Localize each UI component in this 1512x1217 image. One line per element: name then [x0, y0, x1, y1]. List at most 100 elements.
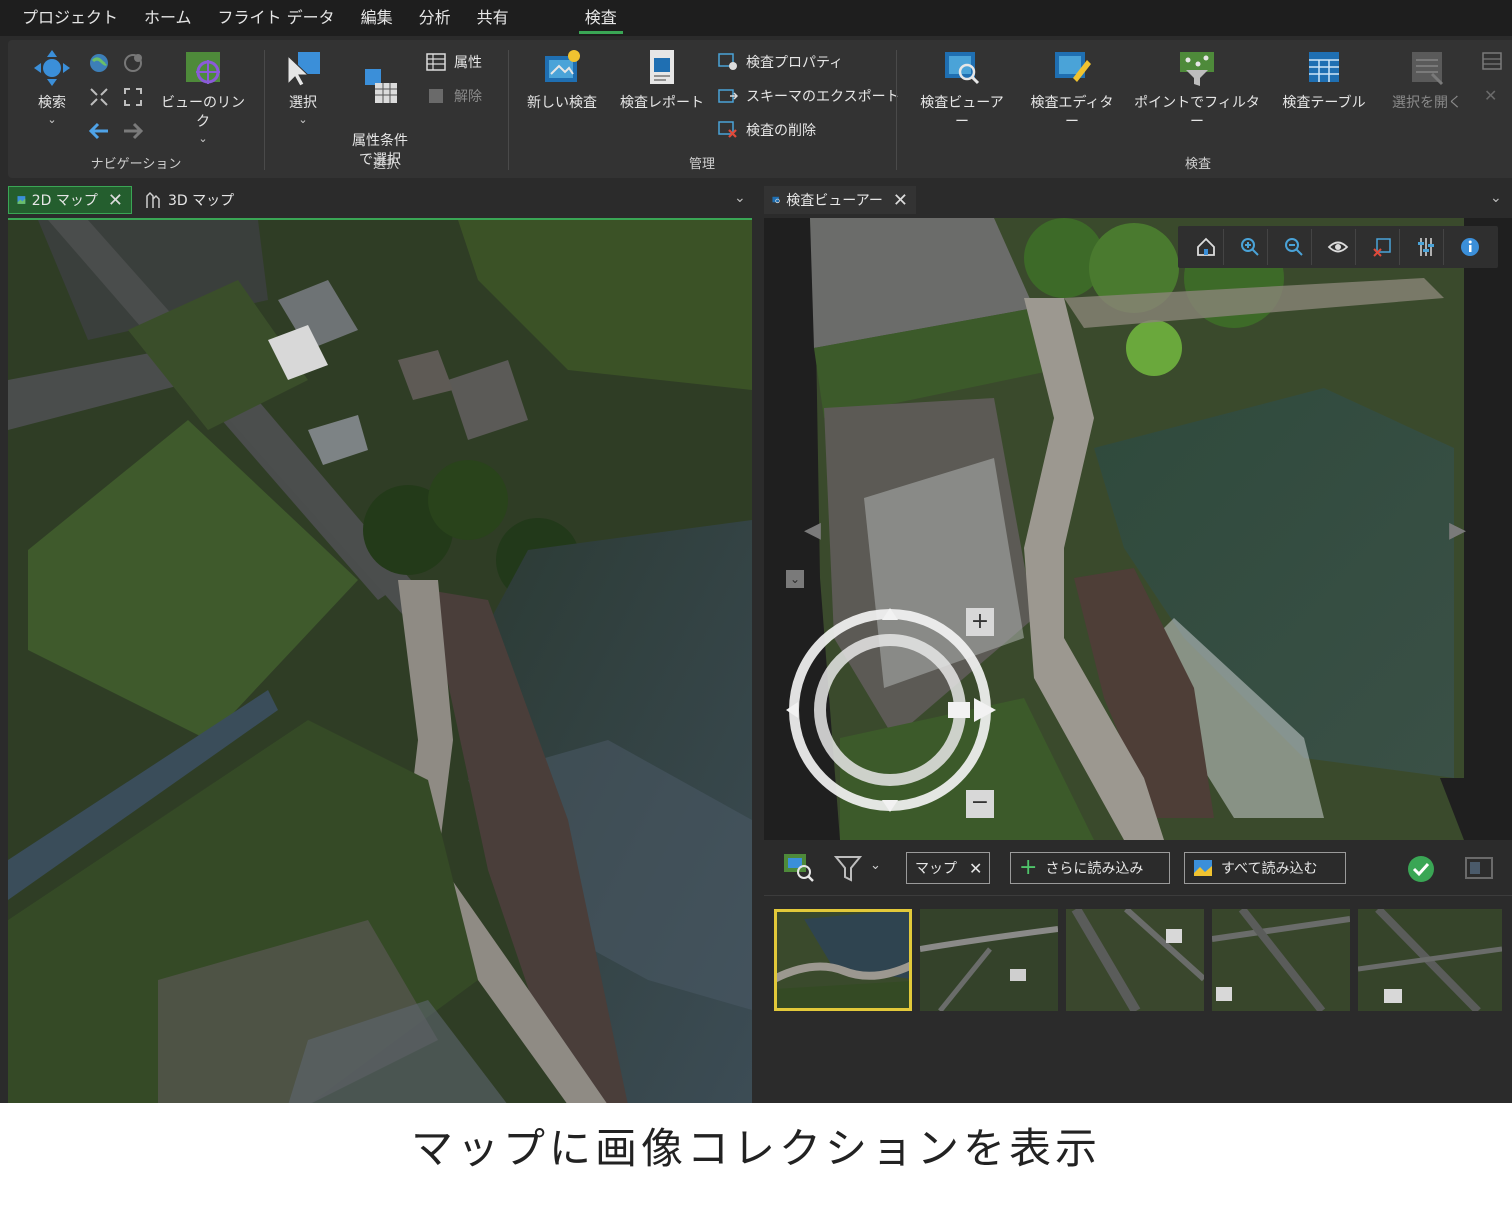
menu-inspection[interactable]: 検査 [578, 0, 623, 36]
forward-arrow-icon[interactable] [122, 120, 144, 142]
map-chip-label: マップ [915, 861, 957, 877]
zoom-plus-icon[interactable]: + [966, 608, 994, 636]
adjust-image-button[interactable] [1408, 229, 1444, 265]
next-image-arrow-icon[interactable]: ▶ [1449, 518, 1466, 543]
map-view-2d[interactable] [8, 218, 752, 1103]
group-label-selection: 選択 [372, 157, 399, 172]
inspection-viewer-button[interactable]: 検査ビューアー [914, 48, 1010, 132]
load-more-button[interactable]: + さらに読み込み [1010, 852, 1170, 884]
pane-splitter[interactable] [752, 186, 764, 1103]
filter-icon[interactable] [834, 854, 862, 882]
inspection-viewer-canvas[interactable]: ◀ ▶ ⌄ + − [764, 218, 1512, 840]
inspection-report-label: 検査レポート [620, 95, 704, 111]
chevron-down-icon[interactable]: ⌄ [734, 190, 746, 206]
filter-by-points-button[interactable]: ポイントでフィルター [1134, 48, 1260, 132]
zoom-out-icon [1284, 238, 1303, 256]
menu-edit[interactable]: 編集 [361, 0, 393, 36]
menu-bar: プロジェクト ホーム フライト データ 編集 分析 共有 検査 [0, 0, 1512, 36]
inspection-table-label: 検査テーブル [1282, 95, 1366, 111]
chevron-down-icon[interactable]: ⌄ [1490, 190, 1502, 206]
map-filter-chip[interactable]: マップ ✕ [906, 852, 990, 884]
clear-graphics-button[interactable] [1364, 229, 1400, 265]
thumbnail-image [1066, 909, 1204, 1011]
ribbon-separator [508, 50, 509, 170]
chevron-down-icon: ⌄ [198, 132, 208, 145]
plus-icon: + [1019, 855, 1038, 880]
menu-flight-data[interactable]: フライト データ [218, 0, 335, 36]
info-button[interactable] [1452, 229, 1488, 265]
visibility-button[interactable] [1320, 229, 1356, 265]
thumbnail-item[interactable] [920, 909, 1058, 1011]
attributes-button[interactable]: 属性 [426, 52, 482, 72]
thumbnail-item[interactable] [1212, 909, 1350, 1011]
collapse-chevron-icon[interactable]: ⌄ [786, 570, 804, 588]
group-label-navigation: ナビゲーション [90, 157, 182, 172]
thumbnail-image [1212, 909, 1350, 1011]
zoom-in-button[interactable] [1232, 229, 1268, 265]
select-by-attributes-button[interactable]: 属性条件 で選択 [340, 48, 420, 170]
search-button[interactable]: 検索 ⌄ [22, 48, 82, 127]
select-button[interactable]: 選択 ⌄ [276, 48, 330, 127]
open-selection-button[interactable]: 選択を開く [1382, 48, 1472, 113]
gallery-options-icon[interactable] [1464, 854, 1496, 882]
inspection-editor-label: 検査エディター [1030, 95, 1114, 130]
zoom-in-fixed-icon[interactable] [88, 86, 110, 108]
link-views-label: ビューのリンク [161, 95, 245, 130]
zoom-minus-icon[interactable]: − [966, 790, 994, 818]
checkmark-icon[interactable] [1406, 854, 1436, 884]
previous-image-arrow-icon[interactable]: ◀ [804, 518, 821, 543]
open-selection-icon [1412, 52, 1444, 86]
home-button[interactable] [1188, 229, 1224, 265]
3d-map-icon [146, 191, 160, 208]
filter-by-points-icon [1180, 52, 1214, 86]
new-inspection-icon [545, 50, 580, 82]
aerial-imagery [8, 220, 752, 1103]
close-icon[interactable]: ✕ [108, 190, 123, 211]
inspection-properties-label: 検査プロパティ [746, 55, 844, 71]
close-icon[interactable]: ✕ [893, 190, 908, 211]
rotate-globe-icon[interactable] [122, 52, 144, 74]
inspection-report-button[interactable]: 検査レポート [618, 48, 706, 113]
inspection-table-button[interactable]: 検査テーブル [1276, 48, 1372, 113]
back-arrow-icon[interactable] [88, 120, 110, 142]
tab-2d-map[interactable]: 2D マップ ✕ [8, 186, 132, 214]
tab-3d-map[interactable]: 3D マップ [136, 186, 246, 214]
inspection-report-icon [650, 50, 674, 84]
globe-icon[interactable] [88, 52, 110, 74]
menu-home[interactable]: ホーム [144, 0, 192, 36]
overflow-clear-icon[interactable]: ✕ [1484, 86, 1497, 105]
image-collection-icon[interactable] [782, 852, 814, 882]
close-icon[interactable]: ✕ [969, 859, 982, 878]
tab-inspection-viewer[interactable]: 検査ビューアー ✕ [764, 186, 916, 214]
zoom-in-icon [1240, 238, 1259, 256]
link-views-button[interactable]: ビューのリンク ⌄ [158, 48, 248, 146]
export-schema-button[interactable]: スキーマのエクスポート [718, 86, 900, 106]
group-manage: 新しい検査 検査レポート 検査プロパティ スキーマのエクスポート 検査の削除 管… [510, 40, 900, 178]
new-inspection-button[interactable]: 新しい検査 [522, 48, 602, 113]
menu-share[interactable]: 共有 [477, 0, 509, 36]
menu-analysis[interactable]: 分析 [419, 0, 451, 36]
filter-by-points-label: ポイントでフィルター [1134, 95, 1260, 130]
clear-selection-icon [429, 89, 443, 103]
zoom-out-button[interactable] [1276, 229, 1312, 265]
group-inspection: 検査ビューアー 検査エディター ポイントでフィルター 検査テーブル 選択を開く … [898, 40, 1512, 178]
overflow-table-icon[interactable] [1482, 52, 1502, 70]
attribute-table-icon [426, 53, 446, 71]
link-views-icon [186, 52, 220, 84]
group-label-inspection: 検査 [1184, 157, 1211, 172]
load-all-button[interactable]: すべて読み込む [1184, 852, 1346, 884]
app-window: プロジェクト ホーム フライト データ 編集 分析 共有 検査 検索 ⌄ ビュー… [0, 0, 1512, 1103]
gallery-toolbar: ⌄ マップ ✕ + さらに読み込み すべて読み込む [764, 840, 1512, 896]
chevron-down-icon[interactable]: ⌄ [870, 858, 881, 873]
2d-map-icon [17, 196, 26, 204]
thumbnail-item[interactable] [1358, 909, 1502, 1011]
thumbnail-item[interactable] [774, 909, 912, 1011]
clear-selection-button[interactable]: 解除 [426, 86, 482, 106]
zoom-out-fixed-icon[interactable] [122, 86, 144, 108]
menu-project[interactable]: プロジェクト [22, 0, 118, 36]
inspection-editor-button[interactable]: 検査エディター [1024, 48, 1120, 132]
inspection-properties-button[interactable]: 検査プロパティ [718, 52, 843, 72]
delete-inspection-button[interactable]: 検査の削除 [718, 120, 816, 140]
delete-inspection-icon [718, 121, 737, 138]
thumbnail-item[interactable] [1066, 909, 1204, 1011]
